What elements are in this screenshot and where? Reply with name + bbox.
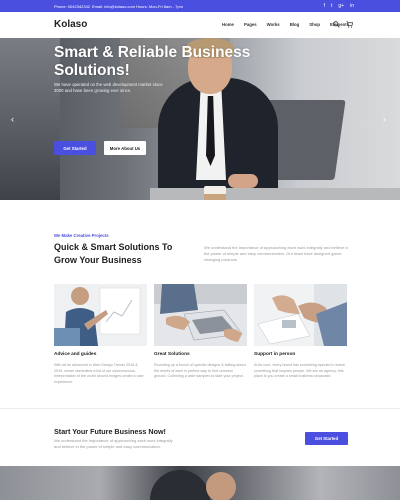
chevron-right-icon[interactable]: › <box>383 114 391 124</box>
cta-title: Start Your Future Business Now! <box>54 427 166 436</box>
card-title-solutions: Great Solutions <box>154 352 190 357</box>
social-links: f t g+ in <box>324 3 354 9</box>
topbar-email[interactable]: Email: info@kolaso.com <box>92 4 135 9</box>
bottom-person-head <box>206 472 236 500</box>
hero-subtitle: We have operated on the web development … <box>54 82 163 93</box>
cta-get-started-button[interactable]: Get Started <box>305 432 348 445</box>
card-title-support: Support in person <box>254 352 296 357</box>
section-description: We understand the importance of approach… <box>204 245 349 262</box>
nav-item-blog[interactable]: Blog <box>290 22 300 27</box>
topbar-hours: Hours: Mon-Fri 8am - 7pm <box>136 4 183 9</box>
bottom-person-image <box>150 470 210 500</box>
card-text-support: At its core, every brand has something s… <box>254 363 345 378</box>
card-text-solutions: Rounding up a bunch of specific designs … <box>154 363 246 378</box>
section-divider <box>0 408 400 409</box>
twitter-icon[interactable]: t <box>331 3 332 9</box>
section-eyebrow: We Make Creative Projects <box>54 233 109 238</box>
nav-item-home[interactable]: Home <box>222 22 234 27</box>
linkedin-icon[interactable]: in <box>350 3 354 9</box>
google-plus-icon[interactable]: g+ <box>338 3 344 9</box>
nav-item-shop[interactable]: Shop <box>309 22 320 27</box>
top-bar: Phone: 0042342342 Email: info@kolaso.com… <box>0 0 400 12</box>
card-image-solutions[interactable] <box>154 284 247 346</box>
logo[interactable]: Kolaso <box>54 19 87 30</box>
nav-item-pages[interactable]: Pages <box>244 22 257 27</box>
more-about-us-button[interactable]: More About Us <box>104 141 146 155</box>
get-started-button[interactable]: Get Started <box>54 141 96 155</box>
hero-title: Smart & Reliable Business Solutions! <box>54 44 251 79</box>
bottom-image-strip <box>0 466 400 500</box>
section-title: Quick & Smart Solutions To Grow Your Bus… <box>54 242 173 265</box>
site-header: Kolaso Home Pages Works Blog Shop Elemen… <box>0 12 400 38</box>
chevron-left-icon[interactable]: ‹ <box>11 114 19 124</box>
card-image-advice[interactable] <box>54 284 147 346</box>
hero-background-left <box>0 38 60 200</box>
facebook-icon[interactable]: f <box>324 3 325 9</box>
hero-table <box>150 188 400 200</box>
topbar-phone: Phone: 0042342342 <box>54 4 91 9</box>
card-title-advice: Advice and guides <box>54 352 97 357</box>
card-text-advice: With all its advanced in Web Design Tren… <box>54 363 144 384</box>
hero-person-hand <box>228 174 258 188</box>
hero-coffee-cup <box>204 186 226 200</box>
nav-item-works[interactable]: Works <box>267 22 280 27</box>
cta-text: We understand the importance of approach… <box>54 438 173 449</box>
search-icon[interactable] <box>333 21 340 28</box>
card-image-support[interactable] <box>254 284 347 346</box>
header-icons <box>333 21 353 28</box>
cart-icon[interactable] <box>346 21 353 28</box>
